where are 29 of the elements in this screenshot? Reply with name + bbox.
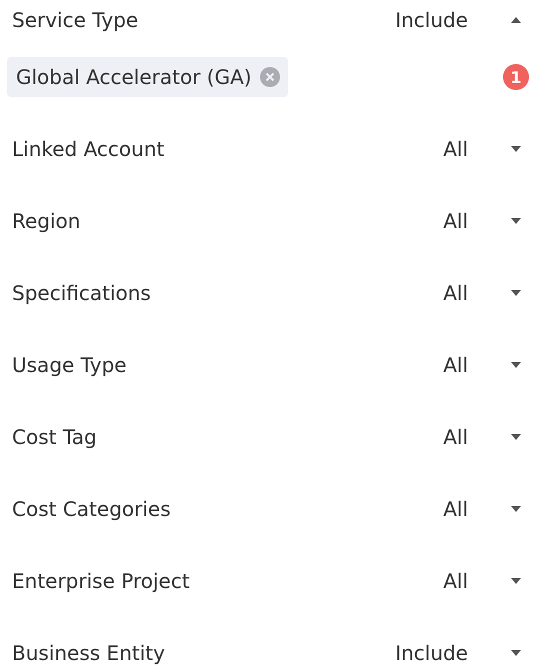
filter-label: Usage Type (12, 353, 128, 377)
caret-icon[interactable] (510, 145, 522, 153)
filter-value[interactable]: All (443, 497, 468, 521)
filter-label: Enterprise Project (12, 569, 191, 593)
caret-icon[interactable] (510, 433, 522, 441)
filter-label: Cost Tag (12, 425, 98, 449)
caret-icon[interactable] (510, 505, 522, 513)
caret-icon[interactable] (510, 16, 522, 24)
filter-value[interactable]: Include (395, 8, 468, 32)
filter-label: Business Entity (12, 641, 166, 665)
filter-value[interactable]: All (443, 569, 468, 593)
filter-label: Specifications (12, 281, 152, 305)
caret-icon[interactable] (510, 289, 522, 297)
filter-value[interactable]: All (443, 137, 468, 161)
filter-value[interactable]: All (443, 209, 468, 233)
filter-label: Service Type (12, 8, 140, 32)
caret-icon[interactable] (510, 577, 522, 585)
count-badge: 1 (503, 64, 529, 90)
caret-icon[interactable] (510, 217, 522, 225)
caret-icon[interactable] (510, 361, 522, 369)
tag-label: Global Accelerator (GA) (16, 65, 252, 89)
filter-label: Region (12, 209, 82, 233)
filter-value[interactable]: Include (395, 641, 468, 665)
filter-label: Linked Account (12, 137, 166, 161)
filter-value[interactable]: All (443, 425, 468, 449)
caret-icon[interactable] (510, 649, 522, 657)
filter-value[interactable]: All (443, 353, 468, 377)
filter-label: Cost Categories (12, 497, 172, 521)
filter-value[interactable]: All (443, 281, 468, 305)
